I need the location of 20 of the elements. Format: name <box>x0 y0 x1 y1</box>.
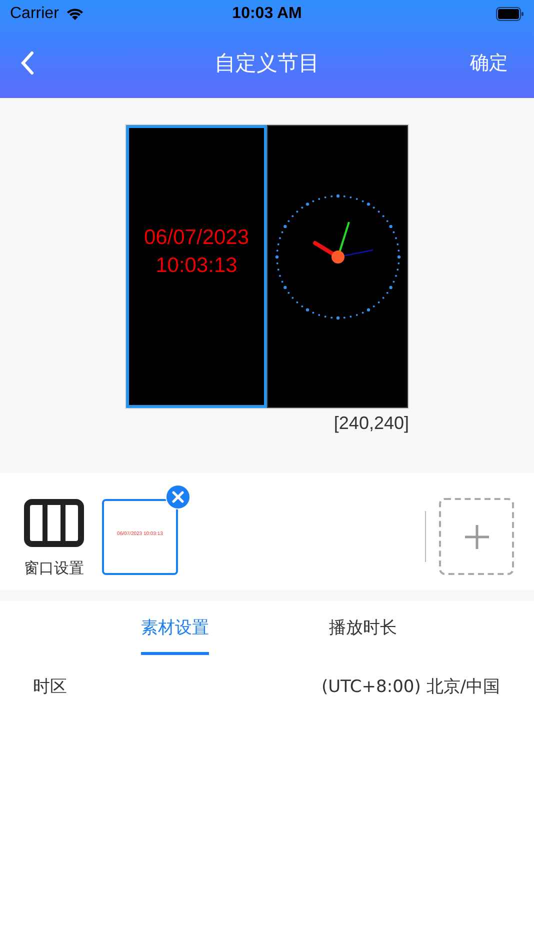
clock-text: 06/07/2023 <box>144 226 250 250</box>
clock-text: 10:03:13 <box>156 254 238 278</box>
setting-label: 时区 <box>33 676 67 698</box>
carrier-label: Carrier <box>10 5 59 23</box>
battery-icon <box>496 7 524 21</box>
tab[interactable]: 播放时长 <box>329 601 397 655</box>
add-button[interactable] <box>439 498 514 575</box>
tab[interactable]: 素材设置 <box>141 601 209 655</box>
back-icon[interactable] <box>20 51 34 75</box>
setting-value[interactable]: (UTC+8:00) 北京/中国 <box>321 675 500 698</box>
plus-icon <box>462 522 490 550</box>
columns-icon[interactable] <box>24 499 84 547</box>
page-title: 自定义节目 <box>214 50 320 77</box>
status-time: 10:03 AM <box>232 5 302 23</box>
window-settings-label: 窗口设置 <box>24 559 84 578</box>
resolution-label: [240,240] <box>334 413 409 434</box>
close-icon[interactable] <box>165 484 191 510</box>
window-pane[interactable]: 06/07/2023 10:03:13 <box>126 125 267 408</box>
wifi-icon <box>64 7 85 21</box>
confirm-button[interactable]: 确定 <box>464 50 514 76</box>
